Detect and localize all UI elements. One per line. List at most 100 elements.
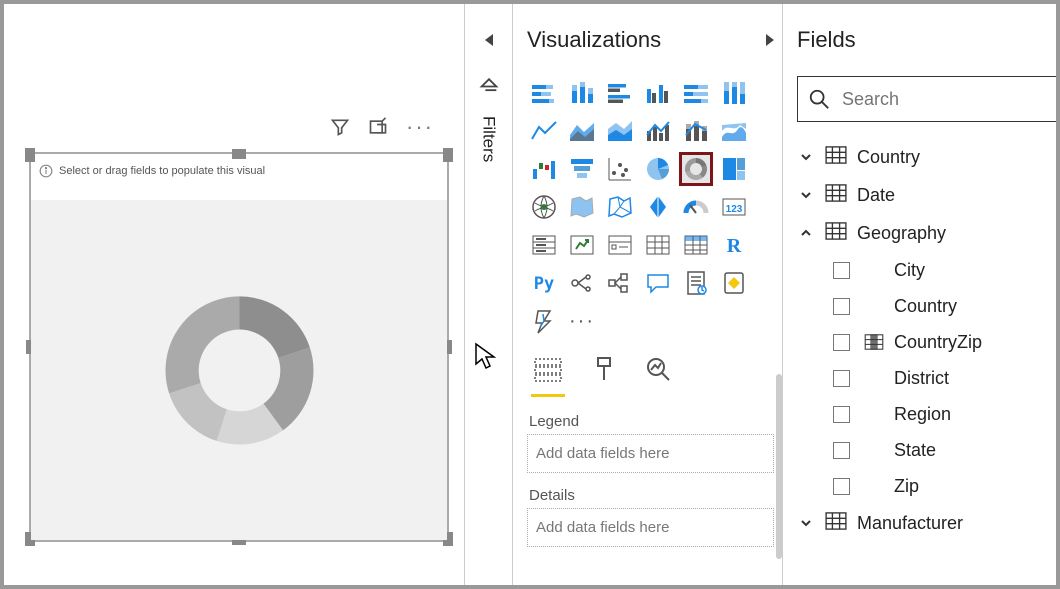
chevron-right-icon[interactable] — [766, 34, 774, 46]
chevron-down-icon[interactable] — [797, 516, 815, 530]
viz-stacked-bar-chart[interactable] — [527, 76, 561, 110]
fields-tab[interactable] — [533, 356, 563, 393]
scrollbar[interactable] — [776, 374, 782, 559]
focus-mode-icon[interactable] — [368, 117, 388, 137]
field-countryzip[interactable]: CountryZip — [797, 324, 1060, 360]
chevron-left-icon[interactable] — [485, 34, 493, 46]
field-label: City — [894, 260, 925, 281]
more-options-icon[interactable]: ··· — [406, 114, 434, 140]
viz-stacked-column-chart[interactable] — [565, 76, 599, 110]
visual-hint-text: Select or drag fields to populate this v… — [59, 165, 265, 177]
field-country[interactable]: Country — [797, 288, 1060, 324]
viz-scatter-chart[interactable] — [603, 152, 637, 186]
field-district[interactable]: District — [797, 360, 1060, 396]
resize-handle[interactable] — [443, 148, 453, 162]
viz-waterfall-chart[interactable] — [527, 152, 561, 186]
table-manufacturer[interactable]: Manufacturer — [797, 504, 1060, 542]
field-zip[interactable]: Zip — [797, 468, 1060, 504]
visualizations-pane: Visualizations 123RPy··· Legend Add data… — [512, 4, 782, 585]
field-checkbox[interactable] — [833, 406, 850, 423]
filter-icon[interactable] — [330, 117, 350, 137]
viz-card[interactable]: 123 — [717, 190, 751, 224]
search-input[interactable] — [840, 88, 1060, 111]
svg-text:R: R — [727, 235, 742, 257]
blank-icon — [864, 298, 884, 314]
report-canvas[interactable]: ··· Select or drag fields to populate th… — [4, 4, 464, 585]
field-label: Zip — [894, 476, 919, 497]
viz-stacked-area-chart[interactable] — [603, 114, 637, 148]
viz-line-stacked-column-chart[interactable] — [679, 114, 713, 148]
table-geography[interactable]: Geography — [797, 214, 1060, 252]
viz-gauge[interactable] — [679, 190, 713, 224]
table-icon — [825, 512, 847, 535]
viz-key-influencers[interactable] — [565, 266, 599, 300]
viz-clustered-column-chart[interactable] — [641, 76, 675, 110]
svg-text:Py: Py — [534, 274, 554, 294]
viz-table[interactable] — [641, 228, 675, 262]
chevron-down-icon[interactable] — [797, 150, 815, 164]
resize-handle[interactable] — [232, 149, 246, 159]
viz-map[interactable] — [527, 190, 561, 224]
details-well-label: Details — [529, 487, 774, 504]
table-country[interactable]: Country — [797, 138, 1060, 176]
viz-power-automate[interactable] — [527, 304, 561, 338]
viz-kpi[interactable] — [565, 228, 599, 262]
viz-decomposition-tree[interactable] — [603, 266, 637, 300]
legend-field-well[interactable]: Add data fields here — [527, 434, 774, 473]
field-checkbox[interactable] — [833, 370, 850, 387]
viz-more-visuals[interactable]: ··· — [565, 304, 599, 338]
viz-python-visual[interactable]: Py — [527, 266, 561, 300]
field-state[interactable]: State — [797, 432, 1060, 468]
field-checkbox[interactable] — [833, 478, 850, 495]
viz-multi-row-card[interactable] — [527, 228, 561, 262]
fields-search[interactable] — [797, 76, 1060, 122]
viz-shape-map[interactable] — [603, 190, 637, 224]
resize-handle[interactable] — [25, 148, 35, 162]
visual-container[interactable]: Select or drag fields to populate this v… — [29, 152, 449, 542]
format-tab[interactable] — [591, 356, 617, 393]
field-region[interactable]: Region — [797, 396, 1060, 432]
chevron-down-icon[interactable] — [797, 188, 815, 202]
viz-well-tabs — [533, 356, 774, 393]
viz-funnel-chart[interactable] — [565, 152, 599, 186]
field-checkbox[interactable] — [833, 334, 850, 351]
table-icon — [825, 184, 847, 207]
chevron-up-icon[interactable] — [797, 226, 815, 240]
viz-100pct-stacked-column-chart[interactable] — [717, 76, 751, 110]
field-label: State — [894, 440, 936, 461]
viz-filled-map[interactable] — [565, 190, 599, 224]
viz-line-clustered-column-chart[interactable] — [641, 114, 675, 148]
viz-area-chart[interactable] — [565, 114, 599, 148]
details-field-well[interactable]: Add data fields here — [527, 508, 774, 547]
filters-pane-collapsed[interactable]: Filters — [464, 4, 512, 585]
viz-line-chart[interactable] — [527, 114, 561, 148]
field-checkbox[interactable] — [833, 442, 850, 459]
field-checkbox[interactable] — [833, 262, 850, 279]
donut-chart-placeholder — [142, 273, 337, 468]
viz-slicer[interactable] — [603, 228, 637, 262]
field-city[interactable]: City — [797, 252, 1060, 288]
viz-ribbon-chart[interactable] — [717, 114, 751, 148]
fields-list: CountryDateGeographyCityCountryCountryZi… — [797, 138, 1060, 542]
chart-background — [31, 200, 447, 540]
blank-icon — [864, 406, 884, 422]
cursor-pointer-icon — [474, 342, 496, 370]
viz-treemap[interactable] — [717, 152, 751, 186]
field-checkbox[interactable] — [833, 298, 850, 315]
field-label: Region — [894, 404, 951, 425]
eraser-icon[interactable] — [478, 70, 500, 92]
viz-r-visual[interactable]: R — [717, 228, 751, 262]
analytics-tab[interactable] — [645, 356, 673, 393]
viz-azure-map[interactable] — [641, 190, 675, 224]
viz-100pct-stacked-bar-chart[interactable] — [679, 76, 713, 110]
viz-clustered-bar-chart[interactable] — [603, 76, 637, 110]
viz-matrix[interactable] — [679, 228, 713, 262]
viz-pie-chart[interactable] — [641, 152, 675, 186]
viz-qna-visual[interactable] — [641, 266, 675, 300]
blank-icon — [864, 370, 884, 386]
table-date[interactable]: Date — [797, 176, 1060, 214]
viz-power-apps[interactable] — [717, 266, 751, 300]
viz-paginated-report[interactable] — [679, 266, 713, 300]
viz-donut-chart[interactable] — [679, 152, 713, 186]
table-label: Date — [857, 185, 895, 206]
